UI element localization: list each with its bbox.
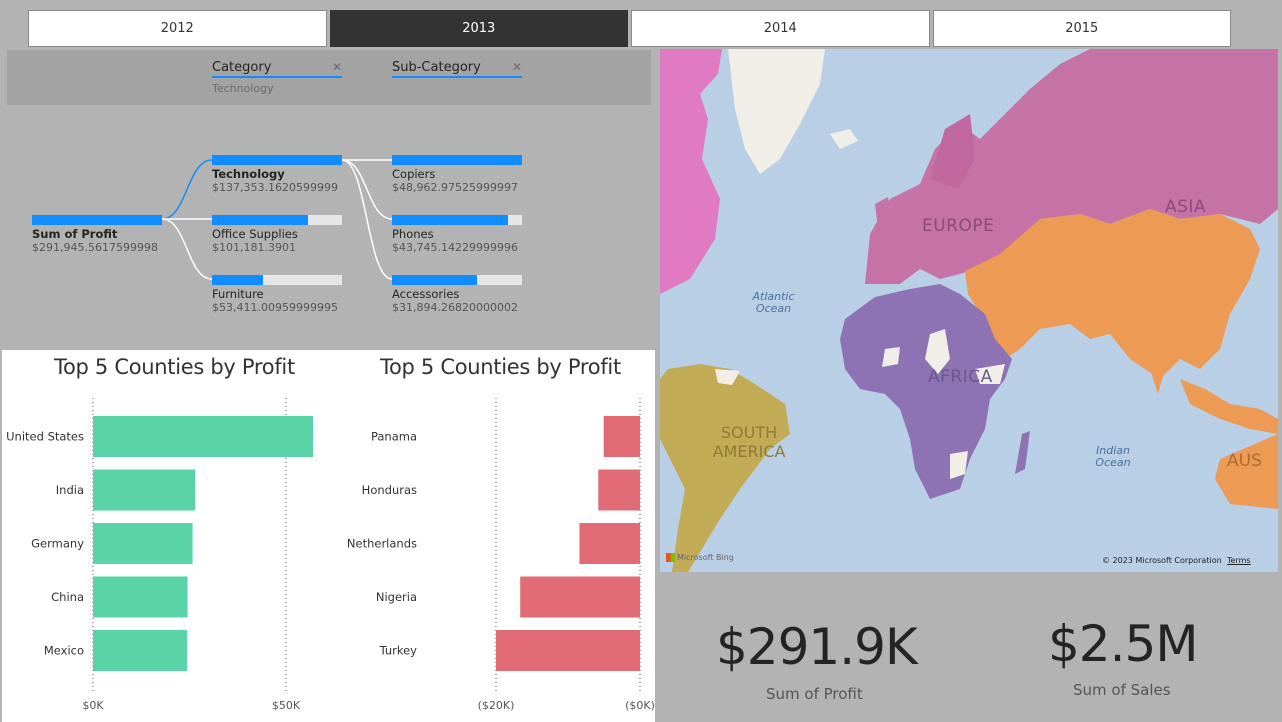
node-technology-value: $137,353.1620599999 xyxy=(212,181,338,194)
category-label: India xyxy=(56,483,84,497)
bar xyxy=(579,523,640,564)
node-office-supplies-value: $101,181.3901 xyxy=(212,241,296,254)
map-label-indian: Indian Ocean xyxy=(1095,444,1131,469)
category-label: China xyxy=(51,590,84,604)
card-profit-value: $291.9K xyxy=(716,618,918,676)
close-icon[interactable]: ✕ xyxy=(332,60,342,74)
node-accessories[interactable]: Accessories $31,894.26820000002 xyxy=(392,275,522,314)
node-root-value: $291,945.5617599998 xyxy=(32,241,158,254)
node-furniture-value: $53,411.00959999995 xyxy=(212,301,338,314)
filter-subcategory-title: Sub-Category xyxy=(392,60,481,75)
node-copiers-value: $48,962.97525999997 xyxy=(392,181,518,194)
bar xyxy=(93,523,193,564)
filter-subcategory[interactable]: Sub-Category ✕ xyxy=(392,60,522,82)
category-label: Mexico xyxy=(44,644,84,658)
map-label-south-america: SOUTH AMERICA xyxy=(712,423,786,461)
map-label-europe: EUROPE xyxy=(922,216,995,236)
microsoft-logo-icon xyxy=(666,553,675,562)
bar xyxy=(93,630,188,671)
close-icon[interactable]: ✕ xyxy=(512,60,522,74)
card-profit-label: Sum of Profit xyxy=(766,685,863,703)
decomposition-tree: Category ✕ Technology Sub-Category ✕ Sum… xyxy=(2,48,655,350)
tick-label: ($0K) xyxy=(625,699,655,712)
dashboard: 2012 2013 2014 2015 Category ✕ Technolog… xyxy=(0,0,1282,722)
category-label: Panama xyxy=(371,430,417,444)
map-label-africa: AFRICA xyxy=(928,367,993,387)
map-label-atlantic: Atlantic Ocean xyxy=(752,290,795,315)
year-tab-2012[interactable]: 2012 xyxy=(28,10,327,47)
category-label: Turkey xyxy=(379,644,418,658)
node-copiers[interactable]: Copiers $48,962.97525999997 xyxy=(392,155,522,194)
map-label-asia: ASIA xyxy=(1165,197,1207,217)
tick-label: $0K xyxy=(82,699,104,712)
node-furniture-label: Furniture xyxy=(212,287,264,301)
node-accessories-label: Accessories xyxy=(392,287,460,301)
bar-charts-panel: Top 5 Counties by Profit Top 5 Counties … xyxy=(2,350,655,722)
node-office-supplies-label: Office Supplies xyxy=(212,227,298,241)
bar xyxy=(598,469,640,511)
bar xyxy=(603,416,640,457)
bar xyxy=(520,576,640,618)
bar xyxy=(93,576,188,618)
node-phones-label: Phones xyxy=(392,227,434,241)
map-label-australia: AUS xyxy=(1227,451,1262,471)
world-map[interactable]: EUROPE ASIA AFRICA SOUTH AMERICA AUS Atl… xyxy=(660,49,1278,572)
year-tab-2013[interactable]: 2013 xyxy=(329,10,628,47)
tick-label: $50K xyxy=(272,699,301,712)
category-label: Germany xyxy=(31,537,84,551)
decomposition-header: Category ✕ Technology Sub-Category ✕ xyxy=(7,50,651,105)
map-terms-link[interactable]: Terms xyxy=(1227,556,1251,565)
node-technology-label: Technology xyxy=(212,167,285,181)
filter-category[interactable]: Category ✕ Technology xyxy=(212,60,342,95)
category-label: Honduras xyxy=(362,483,417,497)
node-phones[interactable]: Phones $43,745.14229999996 xyxy=(392,215,522,254)
node-phones-value: $43,745.14229999996 xyxy=(392,241,518,254)
tick-label: ($20K) xyxy=(478,699,515,712)
category-label: United States xyxy=(6,430,84,444)
node-root-label: Sum of Profit xyxy=(32,227,118,241)
node-furniture[interactable]: Furniture $53,411.00959999995 xyxy=(212,275,342,314)
node-copiers-label: Copiers xyxy=(392,167,436,181)
filter-category-title: Category xyxy=(212,60,272,75)
bar xyxy=(496,630,640,671)
year-tab-2014[interactable]: 2014 xyxy=(631,10,930,47)
category-label: Nigeria xyxy=(376,590,417,604)
node-accessories-value: $31,894.26820000002 xyxy=(392,301,518,314)
node-technology[interactable]: Technology $137,353.1620599999 xyxy=(212,155,342,194)
bar-charts-svg: $0K $50K United States India Germany China Mex… xyxy=(6,398,655,712)
category-label: Netherlands xyxy=(347,537,417,551)
card-sales-value: $2.5M xyxy=(1048,615,1198,673)
card-sales-label: Sum of Sales xyxy=(1073,681,1171,699)
bar xyxy=(93,469,196,511)
year-slicer: 2012 2013 2014 2015 xyxy=(28,10,1231,47)
filter-category-value: Technology xyxy=(212,82,274,95)
bar xyxy=(93,416,313,457)
bing-logo: Microsoft Bing xyxy=(666,553,734,562)
node-office-supplies[interactable]: Office Supplies $101,181.3901 xyxy=(212,215,342,254)
year-tab-2015[interactable]: 2015 xyxy=(932,10,1231,47)
node-root[interactable]: Sum of Profit $291,945.5617599998 xyxy=(32,215,162,254)
map-attribution: © 2023 Microsoft Corporation xyxy=(1102,556,1222,565)
